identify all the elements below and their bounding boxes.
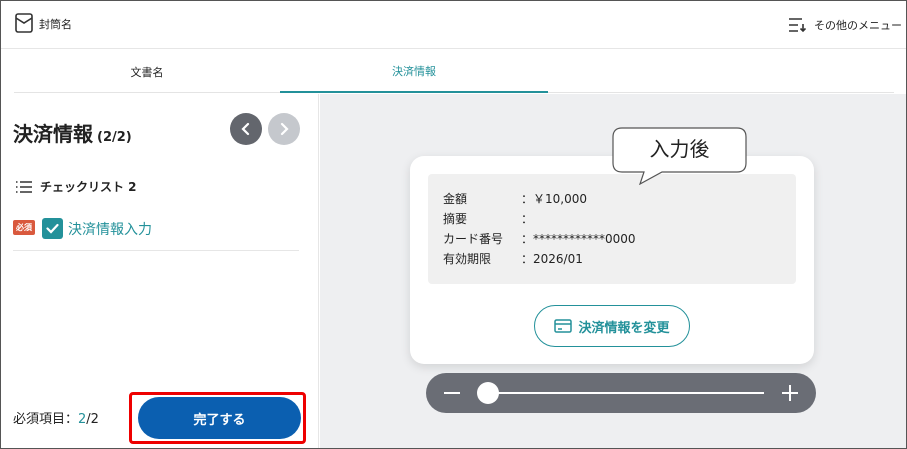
zoom-slider-thumb[interactable] [477, 382, 499, 404]
info-value: ：2026/01 [521, 252, 583, 266]
preview-area: 金額 ：￥10,000 摘要 ： カード番号 ：************0000 有効… [320, 94, 906, 448]
change-payment-label: 決済情報を変更 [578, 319, 670, 335]
checked-checkbox[interactable] [42, 217, 63, 239]
checklist-item-payment[interactable]: 必須 決済情報入力 [13, 214, 299, 251]
sidebar-title: 決済情報 (2/2) [13, 118, 132, 147]
sidebar: 決済情報 (2/2) チェックリスト 2 必須 決済情報入力 必須項目：2/2 完… [1, 94, 319, 448]
list-icon [16, 180, 32, 193]
change-payment-button[interactable]: 決済情報を変更 [534, 305, 690, 347]
chevron-right-icon [280, 122, 289, 136]
payment-info-box: 金額 ：￥10,000 摘要 ： カード番号 ：************0000 有効… [428, 174, 796, 284]
info-row-summary: 摘要 ： [443, 210, 533, 227]
info-value: ：￥10,000 [521, 192, 587, 206]
info-key: 摘要 [443, 212, 468, 226]
info-value: ： [521, 212, 534, 226]
zoom-bar [426, 373, 816, 413]
required-count: 必須項目：2/2 [13, 408, 99, 427]
checklist-title: チェックリスト 2 [40, 180, 137, 194]
previous-button[interactable] [230, 113, 262, 145]
checkmark-icon [46, 223, 59, 234]
required-count-total: /2 [86, 412, 99, 427]
credit-card-icon [554, 319, 573, 333]
info-key: 金額 [443, 192, 468, 206]
more-menu-button[interactable]: その他のメニュー [788, 15, 902, 35]
chevron-left-icon [241, 122, 250, 136]
tab-bar: 文書名 決済情報 [14, 50, 894, 93]
checklist-header: チェックリスト 2 [15, 178, 137, 195]
next-button[interactable] [268, 113, 300, 145]
envelope-icon [15, 13, 33, 33]
info-row-card-number: カード番号 ：************0000 [443, 230, 636, 247]
info-key: カード番号 [443, 232, 504, 246]
tab-document-name[interactable]: 文書名 [14, 50, 280, 93]
top-bar: 封筒名 その他のメニュー [1, 1, 906, 49]
info-value: ：************0000 [521, 232, 636, 246]
sidebar-title-text: 決済情報 [13, 122, 93, 146]
envelope-name: 封筒名 [39, 18, 72, 31]
info-row-amount: 金額 ：￥10,000 [443, 190, 587, 207]
info-row-expiry: 有効期限 ：2026/01 [443, 250, 583, 267]
zoom-out-icon[interactable] [440, 380, 464, 406]
more-menu-label: その他のメニュー [814, 19, 902, 32]
payment-card: 金額 ：￥10,000 摘要 ： カード番号 ：************0000 有効… [410, 156, 814, 364]
page-indicator: (2/2) [97, 130, 132, 145]
required-count-label: 必須項目： [13, 412, 79, 427]
menu-sort-icon [789, 18, 806, 33]
tab-payment-info[interactable]: 決済情報 [280, 50, 548, 93]
complete-button[interactable]: 完了する [138, 397, 301, 439]
callout-text: 入力後 [649, 137, 710, 161]
required-badge: 必須 [13, 219, 35, 235]
zoom-in-icon[interactable] [778, 380, 802, 406]
zoom-slider-track[interactable] [488, 392, 764, 394]
info-key: 有効期限 [443, 252, 492, 266]
checklist-item-label: 決済情報入力 [68, 222, 152, 238]
